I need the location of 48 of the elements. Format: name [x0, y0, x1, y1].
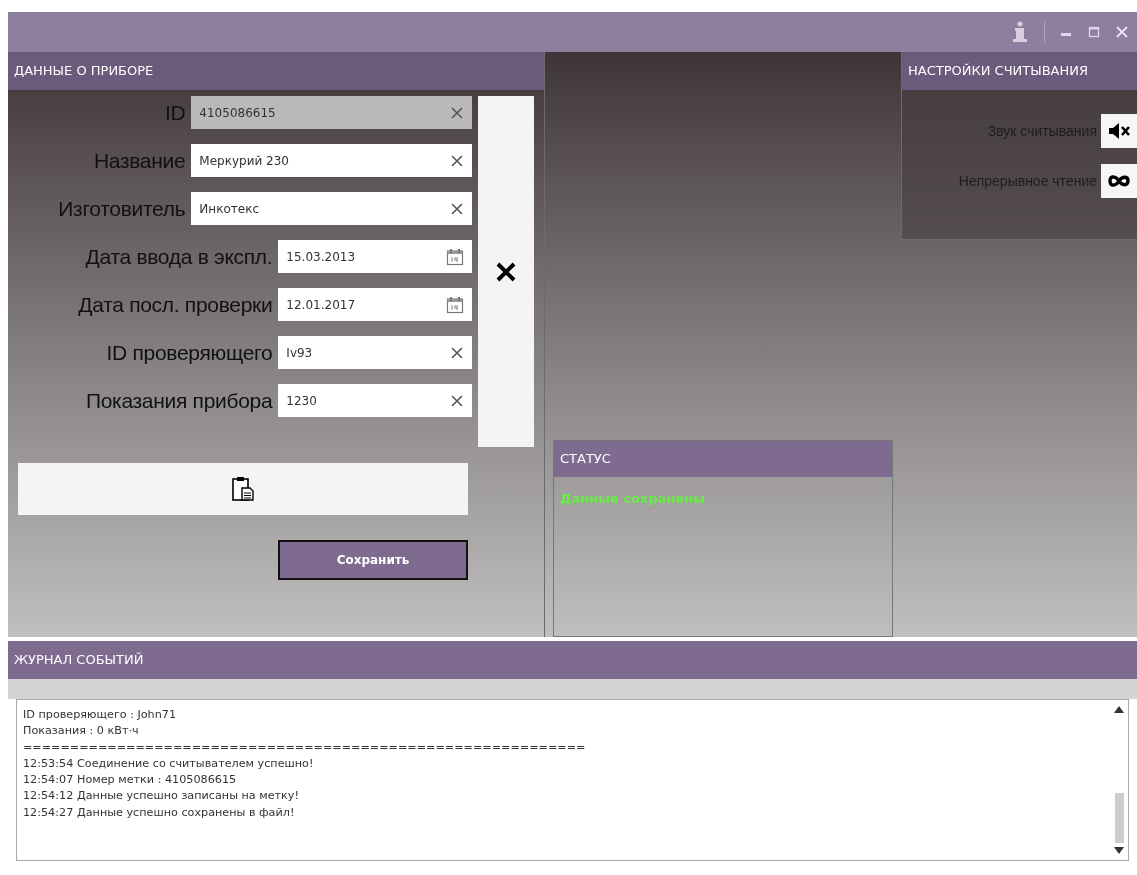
input-field[interactable]: 1230	[278, 384, 473, 417]
clear-icon[interactable]	[450, 153, 465, 168]
close-icon	[495, 260, 518, 283]
log-text: ============================================================	[23, 740, 586, 754]
infinity-icon	[1107, 173, 1131, 189]
clipboard-icon	[232, 476, 254, 502]
scroll-up-icon[interactable]	[1114, 706, 1124, 713]
clear-icon[interactable]	[450, 201, 465, 216]
log-text: Номер метки : 4105086615	[77, 773, 237, 787]
input-field[interactable]: Меркурий 230	[191, 144, 473, 177]
scrollbar-thumb[interactable]	[1114, 793, 1124, 843]
info-icon[interactable]	[1010, 21, 1030, 43]
maximize-icon[interactable]	[1087, 25, 1101, 39]
panel-header: ЖУРНАЛ СОБЫТИЙ	[8, 641, 1137, 679]
calendar-icon[interactable]	[446, 295, 465, 314]
field-label: Дата ввода в экспл.	[84, 243, 274, 270]
toggle-button[interactable]	[1101, 164, 1137, 198]
panel-header: НАСТРОЙКИ СЧИТЫВАНИЯ	[902, 52, 1137, 90]
log-text: Данные успешно сохранены в файл!	[77, 805, 295, 819]
field-label: Дата посл. проверки	[77, 291, 274, 318]
log-time: 12:54:07	[23, 772, 75, 789]
toggle-button[interactable]	[1101, 114, 1137, 148]
status-message: Данные сохранены	[559, 490, 707, 508]
panel-header: СТАТУС	[554, 441, 892, 477]
field-label: Название	[92, 147, 187, 174]
clear-icon[interactable]	[450, 393, 465, 408]
log-time: 12:54:27	[23, 804, 75, 821]
clear-icon[interactable]	[450, 345, 465, 360]
log-text: Соединение со считывателем успешно!	[77, 756, 314, 770]
scroll-down-icon[interactable]	[1114, 847, 1124, 854]
log-time: 12:54:12	[23, 788, 75, 805]
field-label: Показания прибора	[84, 387, 274, 414]
log-text: ID проверяющего : John71	[23, 708, 177, 721]
field-label: ID проверяющего	[105, 339, 274, 366]
field-label: Изготовитель	[57, 195, 187, 222]
log-time: 12:53:54	[23, 755, 75, 772]
save-button[interactable]: Сохранить	[278, 540, 468, 580]
log-text: Данные успешно записаны на метку!	[77, 789, 299, 803]
field-label: ID	[163, 99, 187, 126]
mute-icon	[1108, 122, 1130, 140]
calendar-icon[interactable]	[446, 247, 465, 266]
input-field[interactable]: 15.03.2013	[278, 240, 473, 273]
panel-header: ДАННЫЕ О ПРИБОРЕ	[8, 52, 544, 90]
close-icon[interactable]	[1115, 25, 1129, 39]
input-field[interactable]: Инкотекс	[191, 192, 473, 225]
log-text: Показания : 0 кВт·ч	[23, 724, 139, 738]
input-field[interactable]: Iv93	[278, 336, 473, 369]
input-field[interactable]: 12.01.2017	[278, 288, 473, 321]
